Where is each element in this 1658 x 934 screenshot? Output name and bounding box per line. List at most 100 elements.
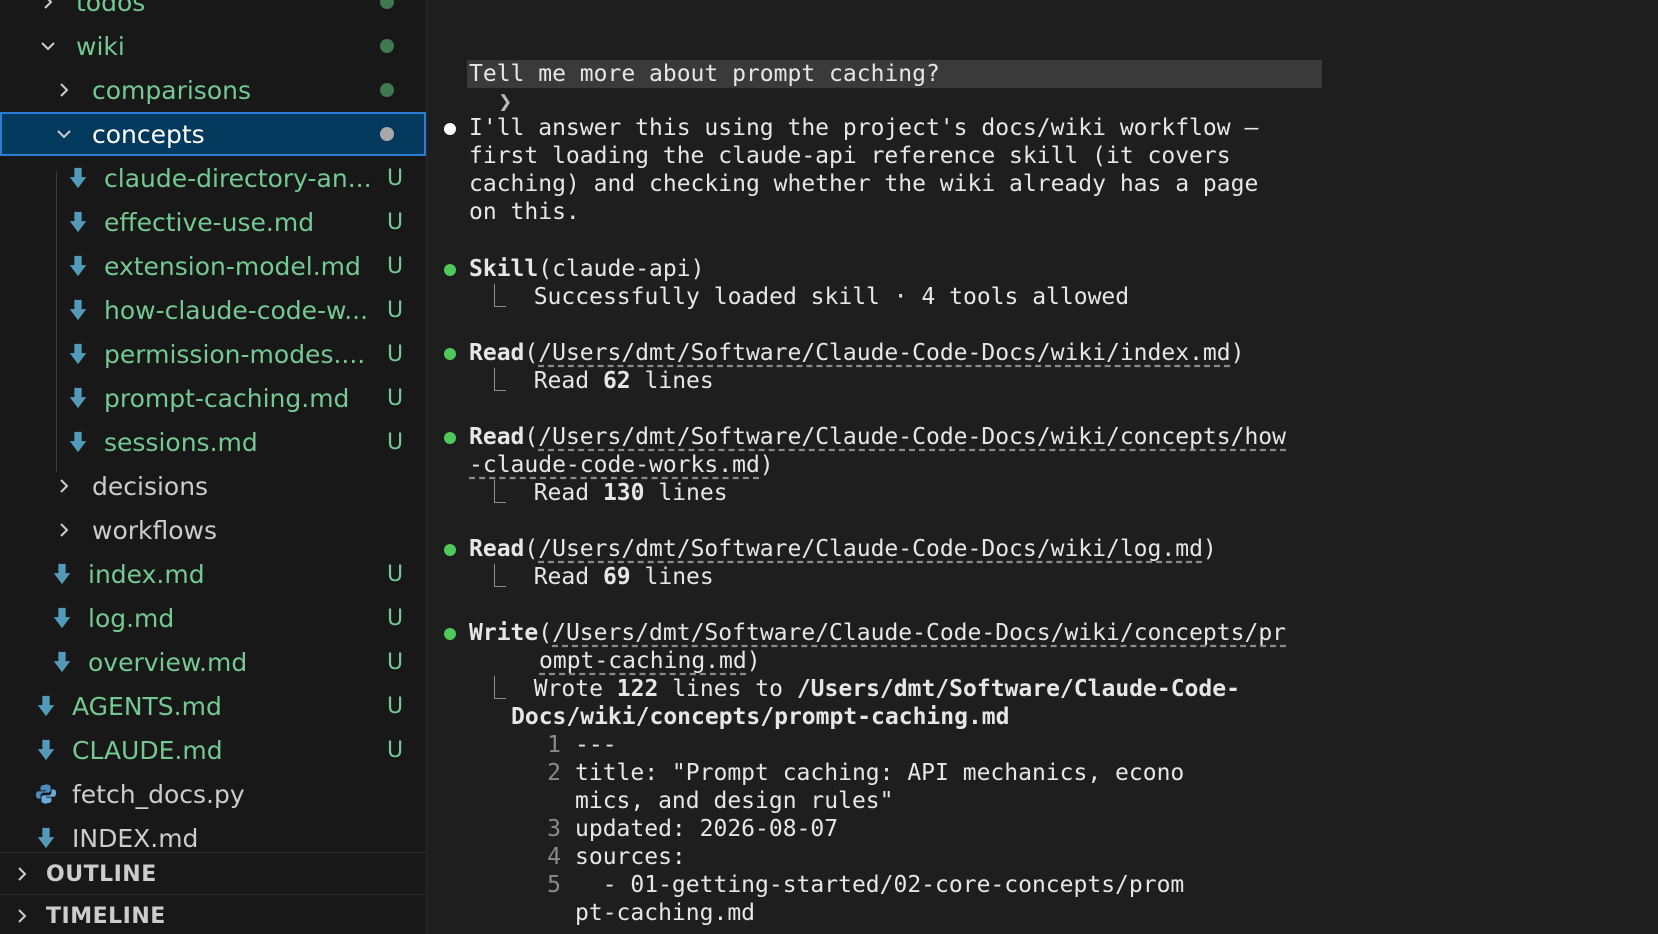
skill-result: ⎿ Successfully loaded skill · 4 tools al…	[483, 284, 1130, 310]
git-untracked-badge: U	[386, 429, 404, 455]
tree-item-label: comparisons	[92, 75, 251, 105]
tree-item-label: INDEX.md	[72, 823, 199, 853]
read-result: ⎿ Read 62 lines	[483, 368, 714, 394]
read-tool-call-cont: -claude-code-works.md)	[469, 452, 774, 478]
tree-item-label: overview.md	[88, 647, 248, 677]
tree-item-label: how-claude-code-w...	[104, 295, 369, 325]
claude-chat-panel: ❯ Tell me more about prompt caching? I'l…	[427, 0, 1658, 934]
answer-line: caching) and checking whether the wiki a…	[469, 171, 1259, 197]
tree-file-row[interactable]: extension-model.md U	[0, 244, 426, 288]
tree-item-label: log.md	[88, 603, 175, 633]
markdown-file-icon	[34, 693, 58, 719]
file-tree[interactable]: todos wiki comparisons concepts claude-direc…	[0, 0, 426, 852]
tree-folder-row[interactable]: workflows	[0, 508, 426, 552]
skill-tool-call: Skill(claude-api)	[469, 256, 705, 282]
markdown-file-icon	[34, 737, 58, 763]
git-untracked-badge: U	[386, 385, 404, 411]
tree-file-row[interactable]: fetch_docs.py	[0, 772, 426, 816]
read-tool-call: Read(/Users/dmt/Software/Claude-Code-Doc…	[469, 536, 1217, 562]
tree-file-row[interactable]: CLAUDE.md U	[0, 728, 426, 772]
chevron-down-icon[interactable]	[54, 124, 74, 144]
write-tool-call: Write(/Users/dmt/Software/Claude-Code-Do…	[469, 620, 1287, 646]
git-untracked-badge: U	[386, 605, 404, 631]
markdown-file-icon	[50, 605, 74, 631]
tree-file-row[interactable]: how-claude-code-w... U	[0, 288, 426, 332]
file-line-text: ---	[575, 732, 617, 758]
tool-bullet	[444, 348, 456, 360]
file-link[interactable]: /Users/dmt/Software/Claude-Code-Docs/wik…	[538, 536, 1203, 562]
tree-file-row[interactable]: overview.md U	[0, 640, 426, 684]
chevron-right-icon[interactable]	[54, 476, 74, 496]
git-untracked-badge: U	[386, 737, 404, 763]
tree-file-row[interactable]: index.md U	[0, 552, 426, 596]
tree-folder-row[interactable]: wiki	[0, 24, 426, 68]
answer-line: first loading the claude-api reference s…	[469, 143, 1231, 169]
file-line-text: updated: 2026-08-07	[575, 816, 839, 842]
tree-folder-row[interactable]: decisions	[0, 464, 426, 508]
tree-folder-row[interactable]: comparisons	[0, 68, 426, 112]
chevron-right-icon[interactable]	[38, 0, 58, 12]
git-status-dot	[380, 127, 394, 141]
read-result: ⎿ Read 69 lines	[483, 564, 714, 590]
file-line-text: title: "Prompt caching: API mechanics, e…	[575, 760, 1185, 786]
tree-item-label: prompt-caching.md	[104, 383, 350, 413]
answer-line: I'll answer this using the project's doc…	[469, 115, 1259, 141]
tree-file-row[interactable]: effective-use.md U	[0, 200, 426, 244]
file-link[interactable]: ompt-caching.md	[539, 648, 747, 674]
git-status-dot	[380, 39, 394, 53]
git-untracked-badge: U	[386, 693, 404, 719]
file-link[interactable]: -claude-code-works.md	[469, 452, 760, 478]
explorer-sidebar: todos wiki comparisons concepts claude-direc…	[0, 0, 427, 934]
outline-section-header[interactable]: OUTLINE	[0, 852, 426, 895]
tree-item-label: CLAUDE.md	[72, 735, 223, 765]
tool-bullet	[444, 264, 456, 276]
tree-item-label: permission-modes....	[104, 339, 366, 369]
line-number: 3	[547, 816, 561, 842]
tree-item-label: concepts	[92, 119, 205, 149]
line-number: 4	[547, 844, 561, 870]
chevron-right-icon[interactable]	[54, 80, 74, 100]
tree-file-row[interactable]: prompt-caching.md U	[0, 376, 426, 420]
markdown-file-icon	[66, 341, 90, 367]
tree-file-row[interactable]: claude-directory-an... U	[0, 156, 426, 200]
markdown-file-icon	[34, 825, 58, 851]
git-untracked-badge: U	[386, 165, 404, 191]
git-untracked-badge: U	[386, 209, 404, 235]
chevron-right-icon[interactable]	[54, 520, 74, 540]
git-status-dot	[380, 83, 394, 97]
tree-folder-row[interactable]: concepts	[0, 112, 426, 156]
file-link[interactable]: /Users/dmt/Software/Claude-Code-Docs/wik…	[538, 424, 1286, 450]
tree-item-label: AGENTS.md	[72, 691, 222, 721]
tree-file-row[interactable]: AGENTS.md U	[0, 684, 426, 728]
git-untracked-badge: U	[386, 297, 404, 323]
tree-item-label: decisions	[92, 471, 209, 501]
tree-file-row[interactable]: sessions.md U	[0, 420, 426, 464]
chevron-right-icon	[14, 866, 32, 882]
write-result: ⎿ Wrote 122 lines to /Users/dmt/Software…	[483, 676, 1240, 702]
tree-item-label: index.md	[88, 559, 205, 589]
answer-line: on this.	[469, 199, 580, 225]
user-prompt-text: Tell me more about prompt caching?	[469, 61, 940, 87]
markdown-file-icon	[66, 253, 90, 279]
line-number: 2	[547, 760, 561, 786]
read-result: ⎿ Read 130 lines	[483, 480, 728, 506]
line-number: 1	[547, 732, 561, 758]
write-result-cont: Docs/wiki/concepts/prompt-caching.md	[511, 704, 1010, 730]
write-tool-call-cont: ompt-caching.md)	[539, 648, 761, 674]
file-line-text: mics, and design rules"	[575, 788, 894, 814]
markdown-file-icon	[50, 649, 74, 675]
tree-file-row[interactable]: log.md U	[0, 596, 426, 640]
read-tool-call: Read(/Users/dmt/Software/Claude-Code-Doc…	[469, 340, 1245, 366]
timeline-section-header[interactable]: TIMELINE	[0, 894, 426, 934]
tree-file-row[interactable]: permission-modes.... U	[0, 332, 426, 376]
file-link[interactable]: /Users/dmt/Software/Claude-Code-Docs/wik…	[552, 620, 1286, 646]
tree-item-label: sessions.md	[104, 427, 258, 457]
read-tool-call: Read(/Users/dmt/Software/Claude-Code-Doc…	[469, 424, 1286, 450]
tree-file-row[interactable]: INDEX.md	[0, 816, 426, 852]
timeline-label: TIMELINE	[46, 903, 166, 929]
file-link[interactable]: /Users/dmt/Software/Claude-Code-Docs/wik…	[538, 340, 1230, 366]
tree-item-label: wiki	[76, 31, 125, 61]
git-untracked-badge: U	[386, 649, 404, 675]
tree-folder-row[interactable]: todos	[0, 0, 426, 24]
chevron-down-icon[interactable]	[38, 36, 58, 56]
